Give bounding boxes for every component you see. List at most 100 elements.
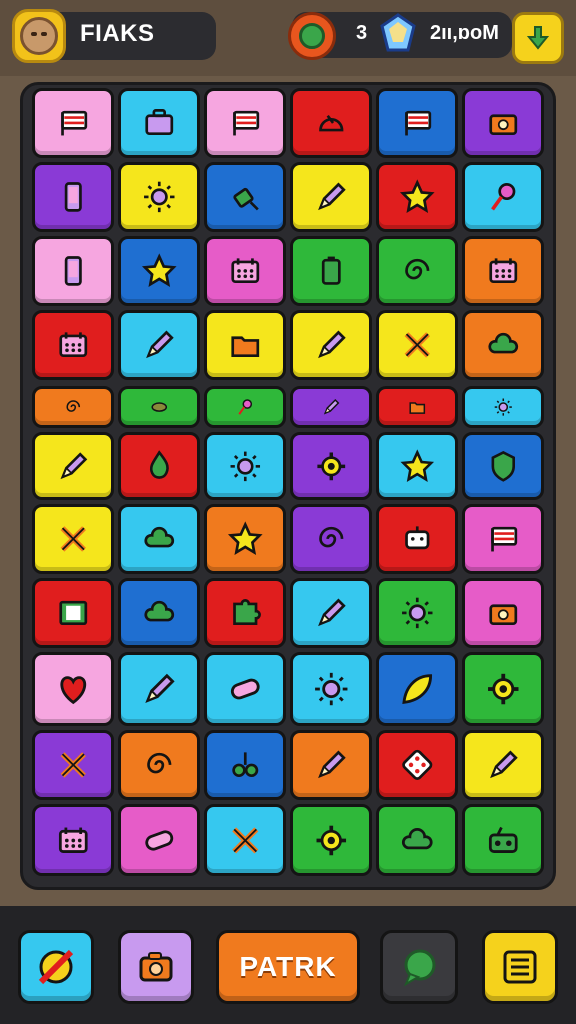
tile-cross[interactable]	[32, 730, 114, 800]
tile-leaf[interactable]	[376, 652, 458, 726]
tile-glasses[interactable]	[204, 730, 286, 800]
calendar-icon	[58, 827, 88, 853]
cloud-icon	[401, 827, 433, 849]
camera-icon	[139, 952, 173, 982]
cross-icon	[404, 332, 430, 358]
tile-pen[interactable]	[290, 730, 372, 800]
tile-swirl[interactable]	[290, 504, 372, 574]
tile-pill[interactable]	[204, 652, 286, 726]
tile-plug[interactable]	[204, 162, 286, 232]
tile-pin[interactable]	[462, 162, 544, 232]
tile-swirl[interactable]	[118, 730, 200, 800]
tile-robot[interactable]	[376, 504, 458, 574]
cross-icon	[60, 752, 86, 778]
tile-battery[interactable]	[290, 236, 372, 306]
tile-cross[interactable]	[32, 504, 114, 574]
tile-star[interactable]	[376, 432, 458, 500]
tile-flag[interactable]	[32, 88, 114, 158]
pen-icon	[317, 182, 346, 211]
disc-icon	[151, 402, 167, 412]
tile-camera[interactable]	[462, 578, 544, 648]
tile-shield[interactable]	[462, 432, 544, 500]
tile-pen[interactable]	[290, 310, 372, 380]
menu-icon	[503, 950, 537, 984]
pill-icon	[230, 678, 260, 700]
tile-disc[interactable]	[118, 386, 200, 428]
tile-cross[interactable]	[204, 804, 286, 876]
tile-pill[interactable]	[118, 804, 200, 876]
tile-cloud[interactable]	[462, 310, 544, 380]
tile-swirl[interactable]	[32, 386, 114, 428]
pin-icon	[490, 183, 516, 211]
tile-flag[interactable]	[376, 88, 458, 158]
tile-sun[interactable]	[118, 162, 200, 232]
tile-sun[interactable]	[290, 652, 372, 726]
tile-sun[interactable]	[204, 432, 286, 500]
tile-pin[interactable]	[204, 386, 286, 428]
camera-button[interactable]	[118, 930, 194, 1004]
tile-phone[interactable]	[32, 162, 114, 232]
tile-folder[interactable]	[376, 386, 458, 428]
tile-pen[interactable]	[462, 730, 544, 800]
tile-phone[interactable]	[32, 236, 114, 306]
tile-gear[interactable]	[290, 432, 372, 500]
tile-folder[interactable]	[204, 310, 286, 380]
dice-icon	[401, 749, 433, 781]
tile-gear[interactable]	[290, 804, 372, 876]
no-icon	[38, 949, 74, 985]
no-entry-button[interactable]	[18, 930, 94, 1004]
tile-flag[interactable]	[204, 88, 286, 158]
tile-pen[interactable]	[290, 578, 372, 648]
tile-puzzle[interactable]	[204, 578, 286, 648]
gear-icon	[316, 825, 346, 855]
tile-helmet[interactable]	[290, 88, 372, 158]
tile-cloud[interactable]	[118, 578, 200, 648]
cloud-icon	[144, 526, 174, 548]
tile-cloud[interactable]	[118, 504, 200, 574]
tile-briefcase[interactable]	[118, 88, 200, 158]
tile-camera[interactable]	[462, 88, 544, 158]
tile-flag[interactable]	[462, 504, 544, 574]
tile-pen[interactable]	[290, 386, 372, 428]
swirl-icon	[146, 752, 172, 774]
tile-sun[interactable]	[462, 386, 544, 428]
tile-swirl[interactable]	[376, 236, 458, 306]
tile-heart[interactable]	[32, 652, 114, 726]
tile-star[interactable]	[204, 504, 286, 574]
pen-icon	[145, 673, 175, 703]
cross-icon	[231, 826, 259, 854]
phone-icon	[64, 256, 82, 286]
tile-gear[interactable]	[462, 652, 544, 726]
tile-star[interactable]	[118, 236, 200, 306]
tile-pen[interactable]	[32, 432, 114, 500]
swirl-icon	[66, 400, 80, 412]
pill-icon	[145, 829, 173, 851]
tile-flame[interactable]	[118, 432, 200, 500]
calendar-icon	[231, 258, 259, 284]
tile-star[interactable]	[376, 162, 458, 232]
battery-icon	[321, 256, 341, 285]
tile-calendar[interactable]	[32, 804, 114, 876]
tile-calendar[interactable]	[462, 236, 544, 306]
flame-icon	[149, 449, 169, 479]
tile-dice[interactable]	[376, 730, 458, 800]
radio-icon	[488, 826, 518, 853]
star-icon	[141, 253, 177, 288]
star-icon	[227, 521, 263, 556]
tile-film[interactable]	[32, 578, 114, 648]
tile-cloud[interactable]	[376, 804, 458, 876]
camera-icon	[489, 114, 517, 136]
chat-button[interactable]	[380, 930, 458, 1004]
tile-calendar[interactable]	[204, 236, 286, 306]
play-button[interactable]: PATRK	[216, 930, 360, 1004]
menu-button[interactable]	[482, 930, 558, 1004]
folder-icon	[231, 336, 259, 358]
tile-pen[interactable]	[118, 310, 200, 380]
tile-pen[interactable]	[290, 162, 372, 232]
tile-cross[interactable]	[376, 310, 458, 380]
tile-calendar[interactable]	[32, 310, 114, 380]
tile-sun[interactable]	[376, 578, 458, 648]
puzzle-icon	[232, 599, 261, 626]
tile-pen[interactable]	[118, 652, 200, 726]
tile-radio[interactable]	[462, 804, 544, 876]
